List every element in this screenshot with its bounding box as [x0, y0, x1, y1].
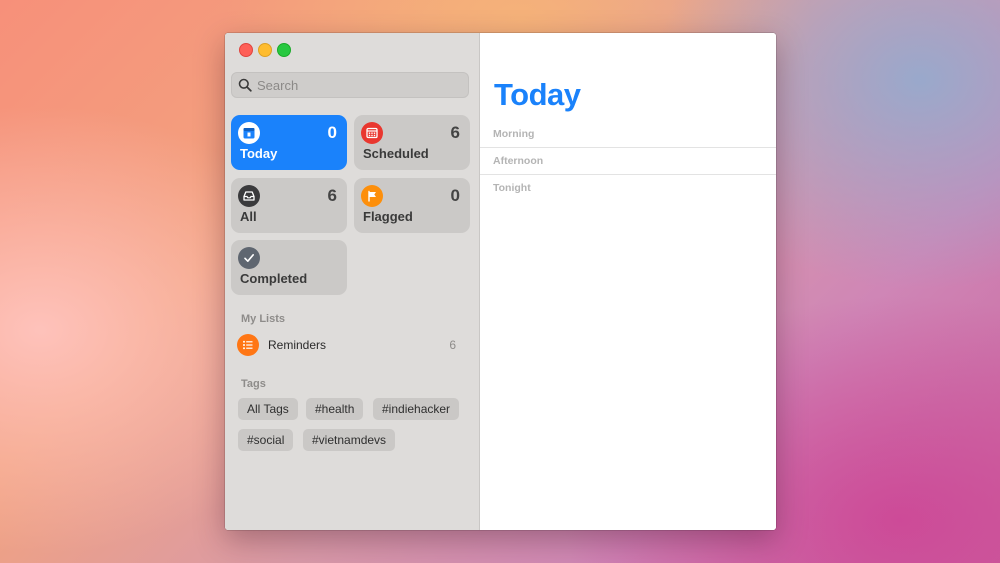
tag-indiehacker[interactable]: #indiehacker [373, 398, 460, 420]
main-pane: Today Morning Afternoon Tonight [480, 33, 776, 530]
smart-list-flagged[interactable]: 0 Flagged [354, 178, 470, 233]
divider [480, 147, 776, 148]
list-name: Reminders [268, 338, 327, 352]
calendar-grid-icon [361, 122, 383, 144]
close-button[interactable] [239, 43, 253, 57]
section-afternoon[interactable]: Afternoon [480, 149, 776, 175]
flag-icon [361, 185, 383, 207]
search-field[interactable] [231, 72, 469, 98]
sidebar: 0 Today 6 [225, 33, 480, 530]
tag-health[interactable]: #health [306, 398, 364, 420]
today-label: Today [240, 146, 278, 161]
my-lists-heading: My Lists [241, 313, 286, 325]
zoom-button[interactable] [277, 43, 291, 57]
all-label: All [240, 209, 257, 224]
search-input[interactable] [257, 77, 457, 93]
desktop-background: 0 Today 6 [0, 0, 1000, 563]
tray-icon [238, 185, 260, 207]
all-count: 6 [327, 186, 337, 205]
section-label: Tonight [493, 182, 531, 194]
minimize-button[interactable] [258, 43, 272, 57]
scheduled-count: 6 [450, 123, 460, 142]
today-count: 0 [327, 123, 337, 142]
scheduled-label: Scheduled [363, 146, 429, 161]
section-label: Afternoon [493, 155, 544, 167]
divider [480, 174, 776, 175]
calendar-today-icon [238, 122, 260, 144]
completed-label: Completed [240, 271, 308, 286]
list-item-reminders[interactable]: Reminders 6 [237, 333, 459, 357]
section-tonight[interactable]: Tonight [480, 176, 776, 202]
list-count: 6 [449, 338, 456, 352]
tag-all-tags[interactable]: All Tags [238, 398, 298, 420]
smart-list-completed[interactable]: Completed [231, 240, 347, 295]
section-morning[interactable]: Morning [480, 122, 776, 148]
smart-list-scheduled[interactable]: 6 Scheduled [354, 115, 470, 170]
section-label: Morning [493, 128, 535, 140]
list-bullet-icon [237, 334, 259, 356]
tags-heading: Tags [241, 378, 266, 390]
checkmark-icon [238, 247, 260, 269]
tag-social[interactable]: #social [238, 429, 294, 451]
smart-list-all[interactable]: 6 All [231, 178, 347, 233]
flagged-count: 0 [450, 186, 460, 205]
tag-vietnamdevs[interactable]: #vietnamdevs [303, 429, 396, 451]
reminders-window: 0 Today 6 [225, 33, 776, 530]
page-title: Today [494, 77, 581, 112]
smart-list-today[interactable]: 0 Today [231, 115, 347, 170]
search-icon [238, 78, 252, 92]
flagged-label: Flagged [363, 209, 413, 224]
